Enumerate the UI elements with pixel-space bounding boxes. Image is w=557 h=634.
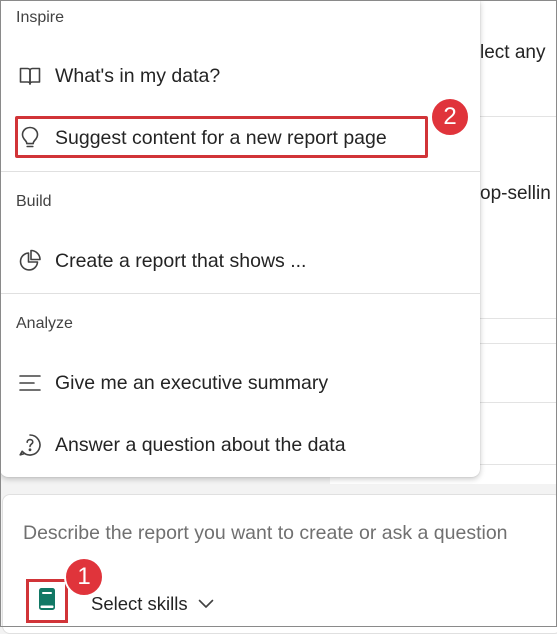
background-text-fragment: lect any [480,42,546,63]
select-skills-label: Select skills [91,593,188,614]
chevron-down-icon [198,596,214,612]
section-header-build: Build [16,193,52,210]
text-lines-icon [18,371,42,395]
menu-item-label: Answer a question about the data [55,433,346,456]
section-divider [0,293,480,294]
callout-badge: 2 [430,97,470,137]
menu-item-create-report[interactable]: Create a report that shows ... [4,239,476,283]
menu-item-label: What's in my data? [55,64,221,87]
book-open-icon [18,64,42,88]
menu-item-answer-question[interactable]: Answer a question about the data [4,423,476,467]
copilot-prompt-menu: Inspire What's in my data? Suggest conte… [0,0,480,477]
section-header-analyze: Analyze [16,315,73,332]
question-circle-icon [18,433,42,457]
select-skills-dropdown[interactable]: Select skills [91,593,214,615]
menu-item-label: Create a report that shows ... [55,249,307,272]
book-icon [38,587,56,616]
prompt-input-placeholder[interactable]: Describe the report you want to create o… [23,522,508,545]
section-divider [0,171,480,172]
menu-item-executive-summary[interactable]: Give me an executive summary [4,361,476,405]
menu-item-whats-in-my-data[interactable]: What's in my data? [4,54,476,98]
pie-chart-icon [18,249,42,273]
menu-item-label: Give me an executive summary [55,371,329,394]
callout-highlight-box [15,116,428,158]
background-text-fragment: op-sellin [480,183,551,204]
section-header-inspire: Inspire [16,9,65,26]
prompt-guide-button[interactable] [26,579,68,623]
callout-badge: 1 [64,557,104,597]
